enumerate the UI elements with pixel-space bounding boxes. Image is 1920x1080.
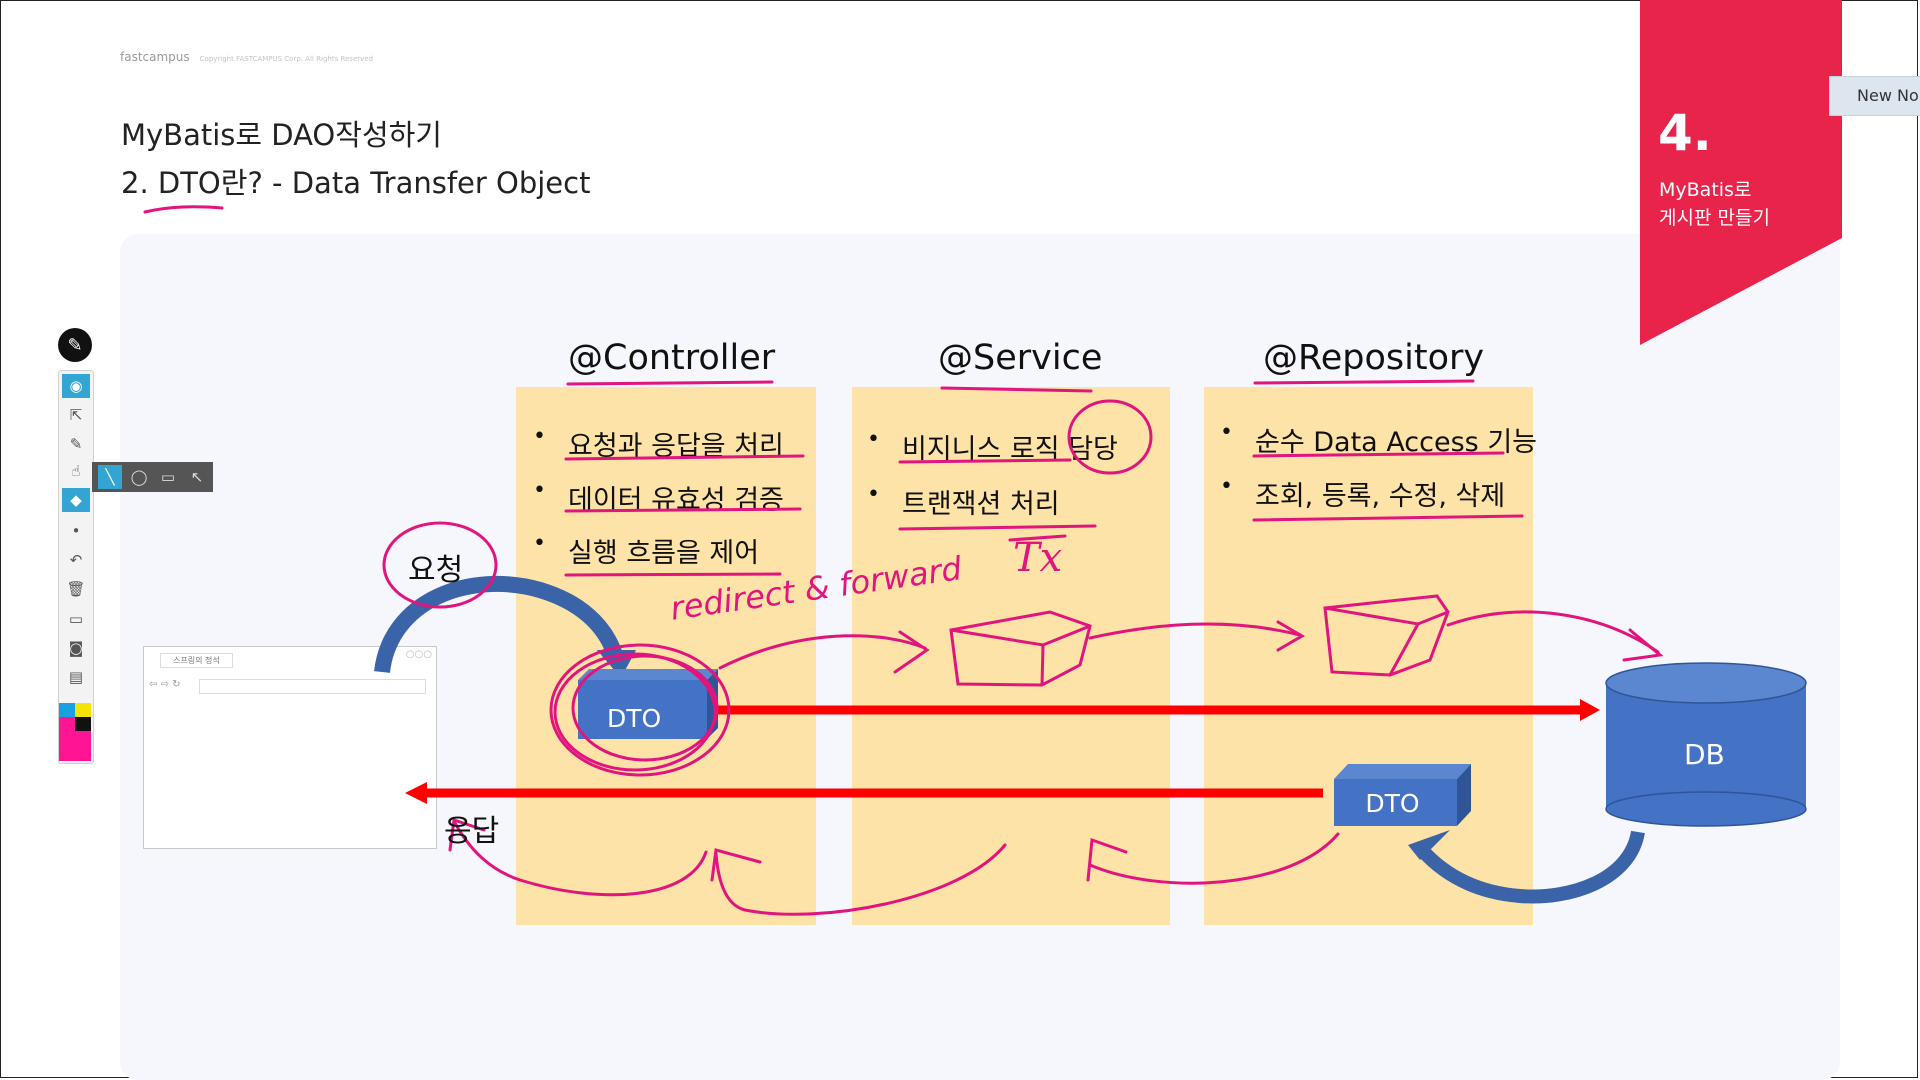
- circle-icon[interactable]: ◯: [127, 465, 151, 489]
- sketch-box-service: [949, 610, 1092, 687]
- color-swatch-yellow[interactable]: [75, 703, 91, 717]
- underline-ctrl-bullet3: [564, 572, 782, 577]
- color-swatch-black[interactable]: [75, 717, 91, 731]
- flow-arrowhead-service: [893, 630, 930, 674]
- flow-arrow-to-service: [718, 634, 927, 670]
- response-red-arrowhead: [405, 782, 427, 804]
- request-label: 요청: [408, 553, 464, 588]
- underline-ctrl-bullet2: [564, 507, 802, 513]
- pointer-icon[interactable]: ☝: [62, 459, 90, 483]
- color-swatch-pink[interactable]: [59, 717, 75, 731]
- underline-service: [940, 386, 1093, 393]
- pen-logo-icon[interactable]: ✎: [58, 328, 92, 362]
- db-cylinder-top: [1605, 662, 1807, 704]
- clipboard-icon[interactable]: ▤: [62, 665, 90, 689]
- circle-damdang: [1067, 399, 1153, 475]
- return-flow-service-controller: [714, 843, 1007, 916]
- dto-response-box-top: [1334, 764, 1471, 779]
- handwritten-tx: Tx: [1013, 535, 1063, 581]
- underline-repo-bullet2: [1252, 514, 1524, 522]
- trash-icon[interactable]: 🗑: [62, 577, 90, 601]
- db-return-curve-arrow: [1416, 830, 1645, 904]
- underline-dto-title: [143, 205, 224, 214]
- line-icon[interactable]: ╲: [98, 465, 122, 489]
- underline-repo-bullet1: [1252, 451, 1505, 458]
- db-label: DB: [1684, 738, 1725, 771]
- dto-response-label: DTO: [1365, 789, 1420, 818]
- camera-icon[interactable]: ◙: [62, 636, 90, 660]
- shape-tool-flyout: ╲ ◯ ▭ ↖: [92, 462, 213, 492]
- underline-svc-bullet1: [898, 458, 1072, 464]
- diagram-overlay: [143, 205, 1807, 916]
- flow-arrow-to-repository: [1088, 622, 1302, 640]
- current-color-swatch[interactable]: [59, 731, 91, 761]
- dot-icon[interactable]: •: [62, 519, 90, 543]
- screen-icon[interactable]: ▭: [62, 607, 90, 631]
- eye-icon[interactable]: ◉: [62, 374, 90, 398]
- annotation-toolbar: ◉ ⇱ ✎ ☝ ◆ • ↶ 🗑 ▭ ◙ ▤: [58, 370, 94, 764]
- underline-controller: [566, 380, 774, 386]
- sketch-box-repository: [1323, 594, 1450, 677]
- return-flow-repo-service: [1088, 832, 1340, 885]
- dto-request-label: DTO: [607, 704, 662, 733]
- underline-ctrl-bullet1: [564, 454, 805, 461]
- db-cylinder-bottom: [1605, 791, 1807, 827]
- undo-icon[interactable]: ↶: [62, 548, 90, 572]
- underline-svc-bullet2: [898, 524, 1097, 531]
- request-red-arrowhead: [1580, 699, 1600, 721]
- request-curve-arrow: [374, 575, 623, 674]
- color-swatch-blue[interactable]: [59, 703, 75, 717]
- arrow-icon[interactable]: ↖: [185, 465, 209, 489]
- select-arrow-icon[interactable]: ⇱: [62, 403, 90, 427]
- eraser-icon[interactable]: ◆: [62, 488, 90, 512]
- underline-repository: [1253, 379, 1475, 385]
- rectangle-icon[interactable]: ▭: [156, 465, 180, 489]
- flow-arrow-to-db: [1446, 610, 1660, 654]
- response-label: 응답: [444, 814, 500, 849]
- pencil-icon[interactable]: ✎: [62, 432, 90, 456]
